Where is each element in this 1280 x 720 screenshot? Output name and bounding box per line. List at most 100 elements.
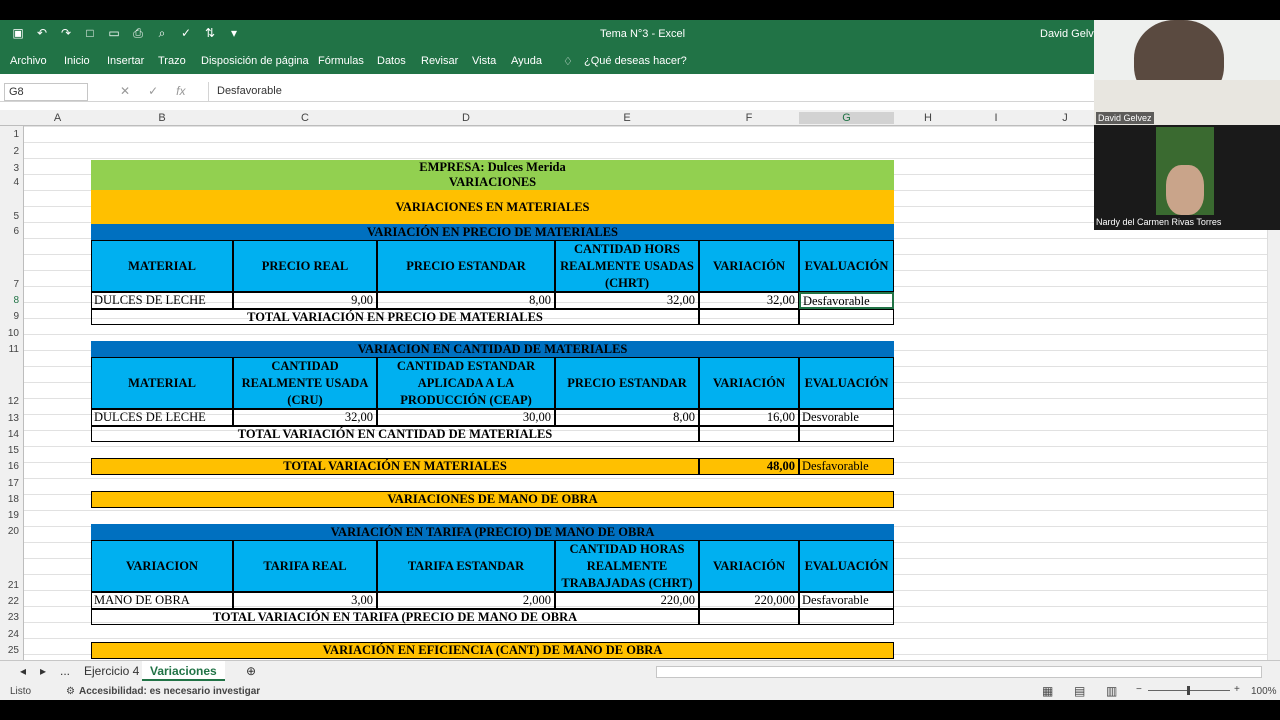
save-icon[interactable]: ▣	[10, 25, 26, 41]
s1-total-eval[interactable]	[799, 309, 894, 325]
s2-cell-cru[interactable]: 32,00	[233, 409, 377, 426]
tell-me-search[interactable]: ¿Qué deseas hacer?	[584, 55, 687, 67]
undo-icon[interactable]: ↶	[34, 25, 50, 41]
col-d[interactable]: D	[377, 112, 555, 124]
s1-cell-precio-estandar[interactable]: 8,00	[377, 292, 555, 309]
customize-icon[interactable]: ▾	[226, 25, 242, 41]
row-7[interactable]: 7	[13, 279, 19, 290]
print-icon[interactable]: ⎙	[130, 25, 146, 41]
name-box[interactable]: G8	[4, 83, 88, 101]
col-h[interactable]: H	[894, 112, 962, 124]
add-sheet-icon[interactable]: ⊕	[238, 661, 264, 681]
s3-cell-chrt[interactable]: 220,00	[555, 592, 699, 609]
s3-cell-tarifa-estandar[interactable]: 2,000	[377, 592, 555, 609]
total-materials-eval[interactable]: Desfavorable	[799, 458, 894, 475]
s3-total-eval[interactable]	[799, 609, 894, 625]
s3-cell-evaluacion[interactable]: Desfavorable	[799, 592, 894, 609]
row-25[interactable]: 25	[8, 645, 19, 656]
tab-formulas[interactable]: Fórmulas	[318, 55, 364, 67]
tab-insertar[interactable]: Insertar	[107, 55, 144, 67]
col-c[interactable]: C	[233, 112, 377, 124]
col-g[interactable]: G	[799, 112, 894, 124]
tab-vista[interactable]: Vista	[472, 55, 496, 67]
row-4[interactable]: 4	[13, 177, 19, 188]
tab-disposicion[interactable]: Disposición de página	[201, 55, 309, 67]
enter-icon[interactable]: ✓	[148, 84, 158, 98]
col-a[interactable]: A	[24, 112, 91, 124]
open-icon[interactable]: ▭	[106, 25, 122, 41]
row-8[interactable]: 8	[13, 295, 19, 306]
row-23[interactable]: 23	[8, 612, 19, 623]
row-15[interactable]: 15	[8, 445, 19, 456]
selected-cell-g8[interactable]: Desfavorable	[799, 292, 894, 309]
more-sheets[interactable]: ...	[52, 661, 78, 681]
cancel-icon[interactable]: ✕	[120, 84, 130, 98]
s2-total-value[interactable]	[699, 426, 799, 442]
row-10[interactable]: 10	[8, 328, 19, 339]
tab-datos[interactable]: Datos	[377, 55, 406, 67]
row-9[interactable]: 9	[13, 311, 19, 322]
s2-cell-material[interactable]: DULCES DE LECHE	[91, 409, 233, 426]
row-18[interactable]: 18	[8, 494, 19, 505]
function-icon[interactable]: fx	[176, 84, 185, 98]
row-22[interactable]: 22	[8, 596, 19, 607]
row-5[interactable]: 5	[13, 211, 19, 222]
spelling-icon[interactable]: ✓	[178, 25, 194, 41]
row-14[interactable]: 14	[8, 429, 19, 440]
row-11[interactable]: 11	[9, 344, 19, 355]
s1-cell-precio-real[interactable]: 9,00	[233, 292, 377, 309]
worksheet-grid[interactable]: EMPRESA: Dulces Merida VARIACIONES VARIA…	[24, 126, 1267, 660]
row-16[interactable]: 16	[8, 461, 19, 472]
row-21[interactable]: 21	[8, 580, 19, 591]
tab-revisar[interactable]: Revisar	[421, 55, 458, 67]
row-3[interactable]: 3	[13, 163, 19, 174]
redo-icon[interactable]: ↷	[58, 25, 74, 41]
s2-total-eval[interactable]	[799, 426, 894, 442]
zoom-out-icon[interactable]: −	[1136, 684, 1142, 695]
horizontal-scrollbar[interactable]	[656, 666, 1262, 678]
row-6[interactable]: 6	[13, 226, 19, 237]
row-1[interactable]: 1	[13, 129, 19, 140]
row-19[interactable]: 19	[8, 510, 19, 521]
page-layout-icon[interactable]: ▤	[1074, 684, 1085, 698]
row-12[interactable]: 12	[8, 396, 19, 407]
row-17[interactable]: 17	[8, 478, 19, 489]
s3-cell-variacion[interactable]: 220,000	[699, 592, 799, 609]
s2-cell-variacion[interactable]: 16,00	[699, 409, 799, 426]
s3-cell-concepto[interactable]: MANO DE OBRA	[91, 592, 233, 609]
sort-icon[interactable]: ⇅	[202, 25, 218, 41]
s1-cell-cantidad[interactable]: 32,00	[555, 292, 699, 309]
preview-icon[interactable]: ⌕	[154, 25, 170, 41]
prev-sheet-icon[interactable]: ◂	[12, 661, 34, 681]
tab-trazo[interactable]: Trazo	[158, 55, 186, 67]
page-break-icon[interactable]: ▥	[1106, 684, 1117, 698]
normal-view-icon[interactable]: ▦	[1042, 684, 1053, 698]
tab-inicio[interactable]: Inicio	[64, 55, 90, 67]
col-e[interactable]: E	[555, 112, 699, 124]
col-j[interactable]: J	[1030, 112, 1100, 124]
s2-cell-ceap[interactable]: 30,00	[377, 409, 555, 426]
new-file-icon[interactable]: □	[82, 25, 98, 41]
tab-ayuda[interactable]: Ayuda	[511, 55, 542, 67]
zoom-slider-thumb[interactable]	[1187, 686, 1190, 695]
col-f[interactable]: F	[699, 112, 799, 124]
s2-cell-precio[interactable]: 8,00	[555, 409, 699, 426]
row-20[interactable]: 20	[8, 526, 19, 537]
tab-variaciones[interactable]: Variaciones	[142, 661, 225, 681]
s3-cell-tarifa-real[interactable]: 3,00	[233, 592, 377, 609]
row-24[interactable]: 24	[8, 629, 19, 640]
s2-cell-evaluacion[interactable]: Desvorable	[799, 409, 894, 426]
s1-cell-variacion[interactable]: 32,00	[699, 292, 799, 309]
total-materials-value[interactable]: 48,00	[699, 458, 799, 475]
zoom-level[interactable]: 100%	[1251, 686, 1277, 697]
tab-ejercicio-4[interactable]: Ejercicio 4	[76, 661, 147, 681]
s1-total-value[interactable]	[699, 309, 799, 325]
tab-archivo[interactable]: Archivo	[10, 55, 47, 67]
col-b[interactable]: B	[91, 112, 233, 124]
s1-cell-material[interactable]: DULCES DE LECHE	[91, 292, 233, 309]
next-sheet-icon[interactable]: ▸	[32, 661, 54, 681]
accessibility-status[interactable]: Accesibilidad: es necesario investigar	[79, 686, 260, 697]
s3-total-value[interactable]	[699, 609, 799, 625]
row-13[interactable]: 13	[8, 413, 19, 424]
zoom-in-icon[interactable]: +	[1234, 684, 1240, 695]
